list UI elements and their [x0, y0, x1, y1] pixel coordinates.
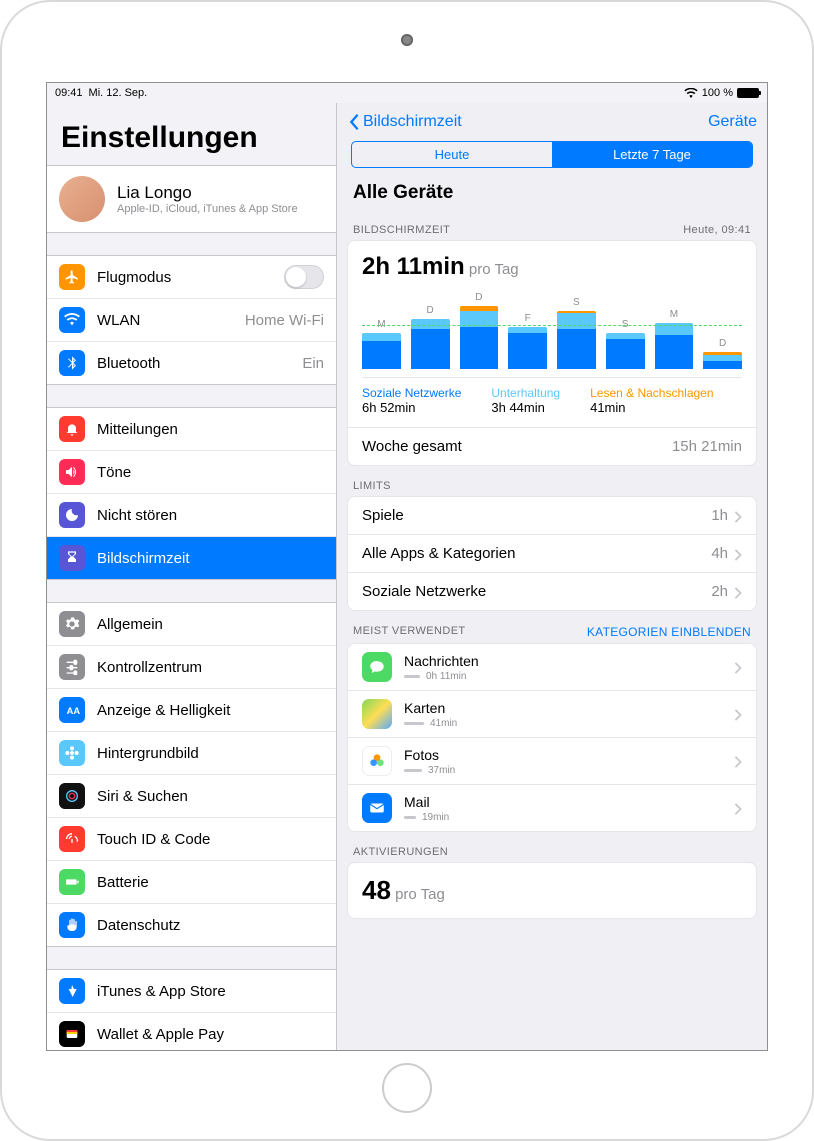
siri-icon — [59, 783, 85, 809]
chevron-right-icon — [734, 802, 742, 814]
battery-percent: 100 % — [702, 87, 733, 99]
sidebar-item-bluetooth[interactable]: Bluetooth Ein — [47, 342, 336, 384]
segmented-control[interactable]: Heute Letzte 7 Tage — [351, 141, 753, 168]
airplane-switch[interactable] — [284, 265, 324, 289]
settings-title: Einstellungen — [47, 103, 336, 165]
bell-icon — [59, 416, 85, 442]
wifi-icon — [59, 307, 85, 333]
bluetooth-icon — [59, 350, 85, 376]
activations-count: 48 — [362, 875, 391, 905]
sidebar-item-itunes[interactable]: iTunes & App Store — [47, 970, 336, 1013]
limit-games[interactable]: Spiele 1h — [348, 497, 756, 535]
chevron-right-icon — [734, 510, 742, 522]
most-used-card: Nachrichten 0h 11min Karten 41min — [347, 643, 757, 832]
sidebar-item-wallet[interactable]: Wallet & Apple Pay — [47, 1013, 336, 1050]
status-bar: 09:41 Mi. 12. Sep. 100 % — [47, 83, 767, 103]
devices-button[interactable]: Geräte — [708, 113, 757, 131]
sidebar-item-wallpaper[interactable]: Hintergrundbild — [47, 732, 336, 775]
screentime-card: 2h 11min pro Tag MDDFSSMD Soziale Netzwe… — [347, 240, 757, 466]
sidebar-item-notifications[interactable]: Mitteilungen — [47, 408, 336, 451]
per-day-label: pro Tag — [465, 261, 519, 278]
status-date: Mi. 12. Sep. — [89, 87, 148, 99]
maps-icon — [362, 699, 392, 729]
chevron-right-icon — [734, 708, 742, 720]
messages-icon — [362, 652, 392, 682]
app-row-photos[interactable]: Fotos 37min — [348, 738, 756, 785]
avatar — [59, 176, 105, 222]
app-row-mail[interactable]: Mail 19min — [348, 785, 756, 831]
chevron-right-icon — [734, 548, 742, 560]
hand-icon — [59, 912, 85, 938]
screentime-chart: MDDFSSMD — [362, 293, 742, 369]
text-size-icon: AA — [59, 697, 85, 723]
airplane-icon — [59, 264, 85, 290]
sidebar-item-siri[interactable]: Siri & Suchen — [47, 775, 336, 818]
section-activations: AKTIVIERUNGEN — [353, 846, 448, 858]
hourglass-icon — [59, 545, 85, 571]
sliders-icon — [59, 654, 85, 680]
photos-icon — [362, 746, 392, 776]
section-most-used: MEIST VERWENDET — [353, 625, 466, 639]
battery-icon — [59, 869, 85, 895]
week-total-label: Woche gesamt — [362, 438, 462, 455]
sidebar-item-sounds[interactable]: Töne — [47, 451, 336, 494]
section-screentime: BILDSCHIRMZEIT — [353, 224, 450, 236]
section-timestamp: Heute, 09:41 — [683, 224, 751, 236]
sidebar-item-control-center[interactable]: Kontrollzentrum — [47, 646, 336, 689]
sidebar-item-wlan[interactable]: WLAN Home Wi-Fi — [47, 299, 336, 342]
camera — [401, 34, 413, 46]
legend-reading: Lesen & Nachschlagen — [590, 386, 713, 400]
show-categories-button[interactable]: KATEGORIEN EINBLENDEN — [587, 625, 751, 639]
home-button[interactable] — [382, 1063, 432, 1113]
limit-social[interactable]: Soziale Netzwerke 2h — [348, 573, 756, 610]
battery-icon — [737, 88, 759, 98]
chevron-right-icon — [734, 586, 742, 598]
flower-icon — [59, 740, 85, 766]
profile-name: Lia Longo — [117, 183, 298, 203]
sidebar-item-airplane[interactable]: Flugmodus — [47, 256, 336, 299]
sidebar-item-general[interactable]: Allgemein — [47, 603, 336, 646]
sidebar-item-privacy[interactable]: Datenschutz — [47, 904, 336, 946]
gear-icon — [59, 611, 85, 637]
svg-text:AA: AA — [67, 706, 80, 716]
status-time: 09:41 — [55, 87, 83, 99]
app-row-maps[interactable]: Karten 41min — [348, 691, 756, 738]
fingerprint-icon — [59, 826, 85, 852]
legend-social: Soziale Netzwerke — [362, 386, 461, 400]
appstore-icon — [59, 978, 85, 1004]
profile-sub: Apple-ID, iCloud, iTunes & App Store — [117, 203, 298, 215]
app-row-messages[interactable]: Nachrichten 0h 11min — [348, 644, 756, 691]
avg-time: 2h 11min — [362, 253, 465, 280]
week-total-value: 15h 21min — [672, 438, 742, 455]
chevron-right-icon — [734, 661, 742, 673]
detail-pane: Bildschirmzeit Geräte Heute Letzte 7 Tag… — [337, 103, 767, 1050]
chevron-right-icon — [734, 755, 742, 767]
wifi-icon — [684, 88, 698, 98]
section-limits: LIMITS — [353, 480, 391, 492]
chevron-left-icon — [347, 113, 361, 131]
profile-row[interactable]: Lia Longo Apple-ID, iCloud, iTunes & App… — [47, 166, 336, 232]
seg-today[interactable]: Heute — [352, 142, 552, 167]
limits-card: Spiele 1h Alle Apps & Kategorien 4h Sozi… — [347, 496, 757, 611]
activations-card: 48 pro Tag — [347, 862, 757, 919]
speaker-icon — [59, 459, 85, 485]
sidebar: Einstellungen Lia Longo Apple-ID, iCloud… — [47, 103, 337, 1050]
wallet-icon — [59, 1021, 85, 1047]
legend-entertainment: Unterhaltung — [491, 386, 560, 400]
moon-icon — [59, 502, 85, 528]
sidebar-item-touchid[interactable]: Touch ID & Code — [47, 818, 336, 861]
limit-all-apps[interactable]: Alle Apps & Kategorien 4h — [348, 535, 756, 573]
mail-icon — [362, 793, 392, 823]
page-title: Alle Geräte — [337, 178, 767, 210]
seg-week[interactable]: Letzte 7 Tage — [552, 142, 752, 167]
sidebar-item-battery[interactable]: Batterie — [47, 861, 336, 904]
back-button[interactable]: Bildschirmzeit — [347, 113, 462, 131]
sidebar-item-dnd[interactable]: Nicht stören — [47, 494, 336, 537]
sidebar-item-screentime[interactable]: Bildschirmzeit — [47, 537, 336, 579]
sidebar-item-display[interactable]: AA Anzeige & Helligkeit — [47, 689, 336, 732]
